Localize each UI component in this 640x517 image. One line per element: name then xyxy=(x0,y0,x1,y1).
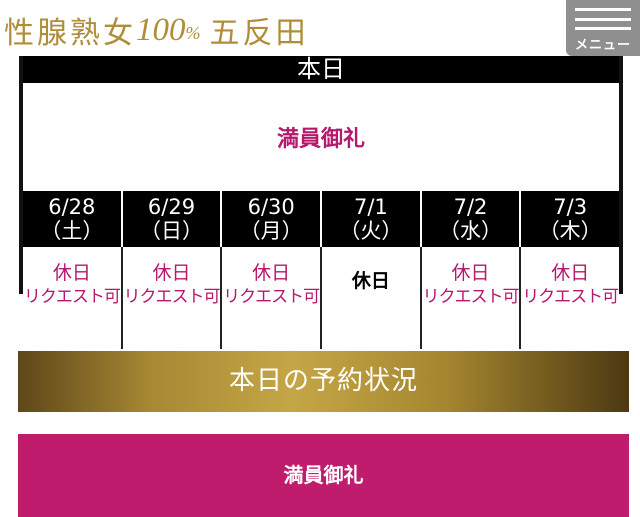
today-header: 本日 xyxy=(23,56,619,83)
weekday-label: （日） xyxy=(140,219,203,243)
reservation-status-badge: 満員御礼 xyxy=(18,434,629,517)
menu-label: メニュー xyxy=(574,38,631,53)
date-label: 6/28 xyxy=(48,195,96,219)
weekday-label: （火） xyxy=(339,219,403,243)
weekday-label: （木） xyxy=(538,219,602,243)
date-header-row: 6/28 （土） 6/29 （日） 6/30 （月） 7/1 （火） 7/2 （… xyxy=(23,191,619,247)
status-cell[interactable]: 休日 リクエスト可 xyxy=(521,247,619,349)
status-cell: 休日 xyxy=(322,247,422,349)
date-label: 7/3 xyxy=(553,195,588,219)
page: 性腺熟女 100 % 五反田 メニュー 本日 満員御礼 6/28 （土） 6/2… xyxy=(0,0,640,517)
hamburger-icon xyxy=(575,8,631,30)
request-label: リクエスト可 xyxy=(223,287,320,307)
date-cell: 7/2 （水） xyxy=(422,191,522,247)
status-label: 休日 xyxy=(551,262,590,284)
status-cell[interactable]: 休日 リクエスト可 xyxy=(23,247,123,349)
status-label: 休日 xyxy=(252,262,291,284)
date-cell: 6/28 （土） xyxy=(23,191,123,247)
status-label: 休日 xyxy=(152,262,191,284)
date-label: 7/2 xyxy=(453,195,488,219)
menu-button[interactable]: メニュー xyxy=(566,0,640,56)
logo-text: 性腺熟女 xyxy=(4,16,136,51)
weekday-label: （水） xyxy=(439,219,503,243)
date-cell: 7/1 （火） xyxy=(322,191,422,247)
logo-percent: % xyxy=(185,22,204,43)
site-logo[interactable]: 性腺熟女 100 % 五反田 xyxy=(4,6,309,54)
request-label: リクエスト可 xyxy=(422,287,520,307)
logo-area: 五反田 xyxy=(209,16,309,51)
status-cell[interactable]: 休日 リクエスト可 xyxy=(222,247,323,349)
request-label: リクエスト可 xyxy=(123,287,221,307)
today-status-text: 満員御礼 xyxy=(276,127,365,152)
status-cell[interactable]: 休日 リクエスト可 xyxy=(123,247,223,349)
weekday-label: （月） xyxy=(239,219,303,243)
logo-number: 100 xyxy=(136,11,186,48)
status-label: 休日 xyxy=(52,262,91,284)
date-label: 6/30 xyxy=(247,195,295,219)
weekday-label: （土） xyxy=(40,219,104,243)
date-label: 7/1 xyxy=(353,195,388,219)
status-row: 休日 リクエスト可 休日 リクエスト可 休日 リクエスト可 休日 休日 リクエス… xyxy=(23,247,619,349)
status-label: 休日 xyxy=(451,262,490,284)
date-label: 6/29 xyxy=(147,195,196,219)
today-status: 満員御礼 xyxy=(23,83,619,191)
status-label: 休日 xyxy=(351,270,390,292)
date-cell: 6/29 （日） xyxy=(123,191,223,247)
status-cell[interactable]: 休日 リクエスト可 xyxy=(422,247,522,349)
request-label: リクエスト可 xyxy=(23,287,121,307)
reservation-status-heading: 本日の予約状況 xyxy=(18,351,629,412)
date-cell: 7/3 （木） xyxy=(521,191,619,247)
date-cell: 6/30 （月） xyxy=(222,191,323,247)
schedule-table: 本日 満員御礼 6/28 （土） 6/29 （日） 6/30 （月） 7/1 （… xyxy=(19,56,623,349)
request-label: リクエスト可 xyxy=(522,287,619,307)
